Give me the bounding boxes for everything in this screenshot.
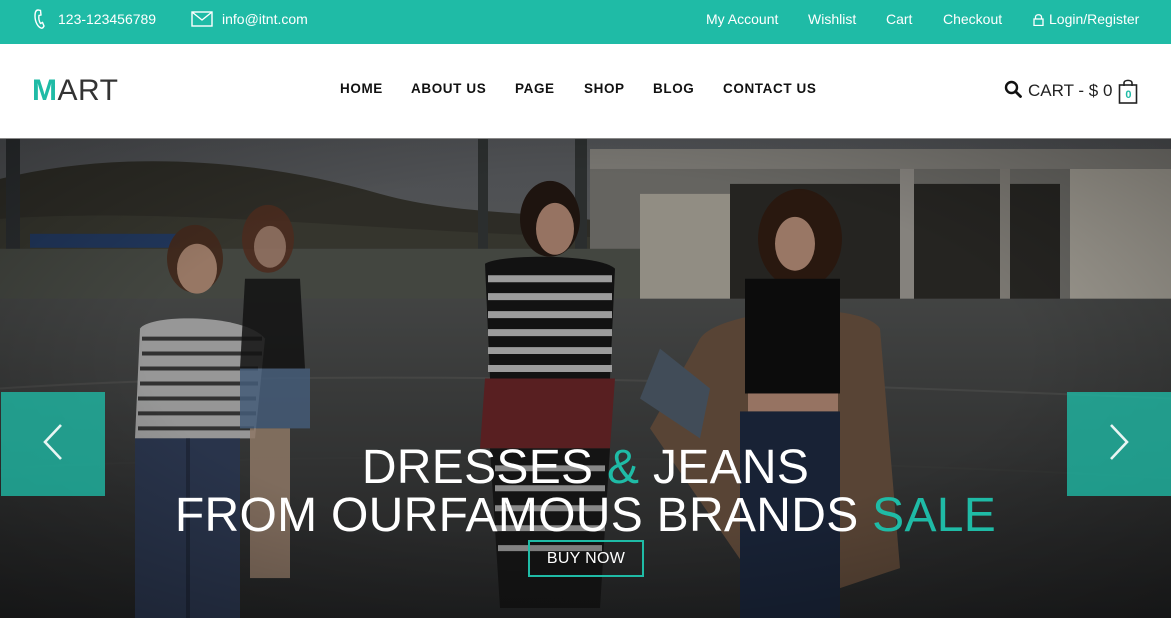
nav-contact-us[interactable]: CONTACT US [723,81,817,96]
phone-contact: 123-123456789 [34,0,156,38]
nav-about-us[interactable]: ABOUT US [411,81,486,96]
login-register-link[interactable]: Login/Register [1033,0,1139,38]
hero-headline-line-2: FROM OURFAMOUS BRANDS SALE [0,491,1171,541]
wishlist-link[interactable]: Wishlist [808,0,856,38]
nav-blog[interactable]: BLOG [653,81,694,96]
checkout-link[interactable]: Checkout [943,0,1002,38]
cart-link[interactable]: Cart [886,0,912,38]
cart-total[interactable]: CART - $ 0 [1028,81,1112,101]
logo-initial: M [32,74,58,107]
phone-number: 123-123456789 [58,11,157,27]
envelope-icon [191,11,213,27]
phone-icon [34,8,48,30]
hero-word-dresses: DRESSES [361,441,594,494]
header-cart[interactable]: CART - $ 0 0 [1004,78,1138,104]
cart-count-badge: 0 [1125,89,1132,101]
nav-page[interactable]: PAGE [515,81,555,96]
nav-shop[interactable]: SHOP [584,81,625,96]
logo[interactable]: MART [32,73,118,109]
hero-headline-line-1: DRESSES & JEANS [0,443,1171,493]
login-register-label: Login/Register [1049,11,1140,27]
search-icon[interactable] [1004,80,1022,103]
nav-home[interactable]: HOME [340,81,383,96]
hero-brands-text: FROM OURFAMOUS BRANDS [174,489,859,542]
hero-sale-text: SALE [872,489,997,542]
my-account-link[interactable]: My Account [706,0,778,38]
hero-slider: DRESSES & JEANS FROM OURFAMOUS BRANDS SA… [0,138,1171,618]
lock-icon [1033,13,1044,26]
hero-word-jeans: JEANS [652,441,810,494]
email-contact: info@itnt.com [191,0,308,38]
top-bar: 123-123456789 info@itnt.com My Account W… [0,0,1171,44]
buy-now-button[interactable]: BUY NOW [528,540,644,577]
site-header: MART HOME ABOUT US PAGE SHOP BLOG CONTAC… [0,44,1171,138]
hero-ampersand: & [606,441,640,494]
email-address[interactable]: info@itnt.com [222,11,308,27]
shopping-bag-icon[interactable]: 0 [1118,78,1138,104]
logo-rest: ART [57,74,119,107]
